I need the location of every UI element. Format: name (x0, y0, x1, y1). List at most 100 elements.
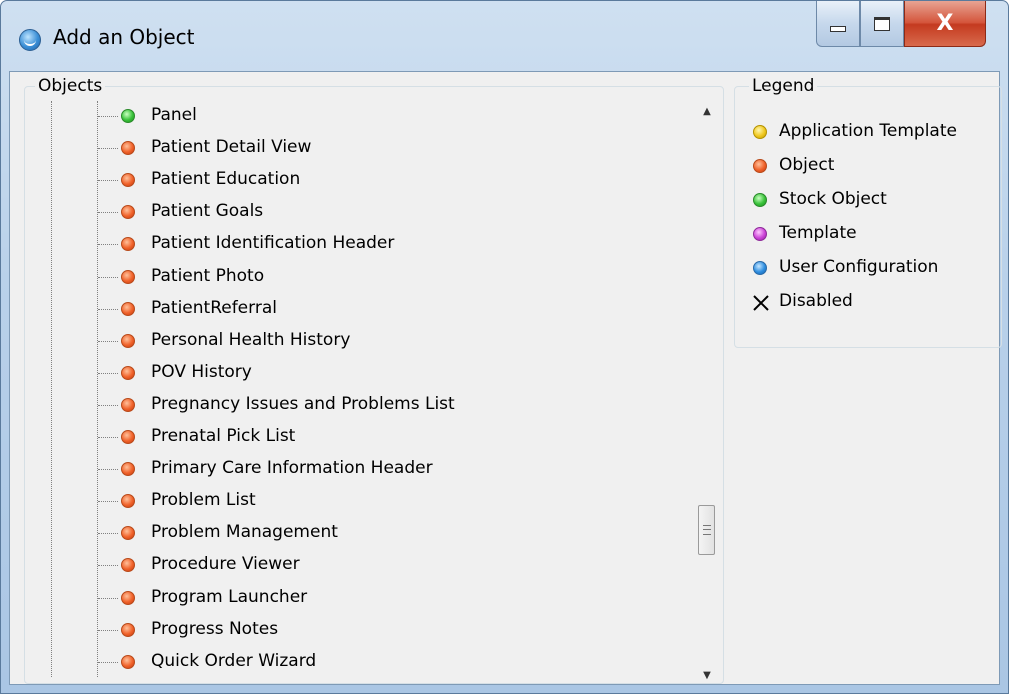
tree-connector (98, 469, 118, 471)
tree-item-label: Primary Care Information Header (151, 458, 433, 479)
tree-connector (98, 276, 118, 278)
tree-item[interactable]: Patient Goals (31, 197, 691, 229)
tree-connector (98, 501, 118, 503)
title-bar[interactable]: Add an Object X (1, 1, 1008, 71)
tree-connector (98, 533, 118, 535)
tree-item[interactable]: Prenatal Pick List (31, 422, 691, 454)
tree-connector (98, 597, 118, 599)
tree-item[interactable]: Patient Detail View (31, 133, 691, 165)
orange-dot-icon (121, 141, 135, 156)
tree-item[interactable]: Personal Health History (31, 326, 691, 358)
legend-item-label: Stock Object (779, 189, 887, 209)
legend-group: Legend Application Template Object Stock O… (734, 75, 1002, 348)
orange-dot-icon (121, 365, 135, 380)
legend-item-label: Application Template (779, 121, 957, 141)
orange-dot-icon (121, 333, 135, 348)
tree-item[interactable]: Problem Management (31, 518, 691, 550)
green-dot-icon (753, 193, 767, 207)
orange-dot-icon (121, 301, 135, 316)
tree-connector (98, 244, 118, 246)
orange-dot-icon (121, 205, 135, 220)
tree-connector (98, 116, 118, 117)
tree-item[interactable]: Procedure Viewer (31, 550, 691, 582)
tree-item-label: Problem List (151, 490, 256, 511)
objects-tree[interactable]: Panel Patient Detail View Patient Educatio… (31, 101, 697, 677)
objects-scrollbar[interactable]: ▲ ▼ (697, 101, 717, 685)
tree-item-label: Progress Notes (151, 618, 279, 639)
tree-item[interactable]: PatientReferral (31, 294, 691, 326)
orange-dot-icon (121, 494, 135, 509)
app-icon (19, 29, 41, 51)
tree-item-label: Problem Management (151, 522, 338, 543)
tree-item[interactable]: Patient Education (31, 165, 691, 197)
tree-item-label: Panel (151, 105, 197, 125)
legend-item-label: Template (779, 223, 857, 243)
legend-item-label: Object (779, 155, 835, 175)
dialog-body: Objects Panel Patient Detail View Patient … (9, 71, 1002, 685)
close-button[interactable]: X (904, 1, 986, 47)
scroll-up-arrow-icon[interactable]: ▲ (697, 101, 717, 121)
window-title: Add an Object (53, 25, 195, 49)
tree-item-label: Quick Order Wizard (151, 650, 317, 671)
window-controls: X (816, 1, 986, 49)
magenta-dot-icon (753, 227, 767, 241)
orange-dot-icon (121, 397, 135, 412)
orange-dot-icon (121, 462, 135, 477)
tree-item[interactable]: Patient Identification Header (31, 229, 691, 261)
objects-group: Objects Panel Patient Detail View Patient … (24, 75, 724, 685)
tree-item[interactable]: Program Launcher (31, 583, 691, 615)
tree-connector (98, 372, 118, 374)
minimize-icon (830, 25, 846, 32)
blue-dot-icon (753, 261, 767, 275)
tree-item[interactable]: Quick Order Wizard (31, 647, 691, 677)
legend-item-label: Disabled (779, 291, 853, 311)
add-object-window: Add an Object X Objects Panel Patient Det… (0, 0, 1009, 694)
tree-item-label: PatientReferral (151, 297, 277, 318)
legend-item-label: User Configuration (779, 257, 939, 277)
x-icon (753, 295, 769, 311)
legend-group-label: Legend (749, 75, 818, 97)
tree-item-label: Patient Education (151, 169, 301, 190)
tree-connector (98, 212, 118, 214)
minimize-button[interactable] (816, 1, 860, 47)
orange-dot-icon (121, 654, 135, 669)
orange-dot-icon (121, 526, 135, 541)
tree-item-label: Program Launcher (151, 586, 308, 607)
tree-item-label: Patient Identification Header (151, 233, 395, 254)
orange-dot-icon (121, 590, 135, 605)
tree-item-label: Prenatal Pick List (151, 426, 296, 446)
tree-connector (98, 308, 118, 310)
objects-group-label: Objects (35, 75, 106, 97)
orange-dot-icon (121, 173, 135, 188)
tree-connector (98, 148, 118, 150)
tree-item-label: POV History (151, 361, 252, 382)
tree-connector (98, 437, 118, 438)
tree-connector (98, 404, 118, 406)
tree-connector (98, 661, 118, 663)
close-icon: X (936, 11, 954, 36)
tree-item[interactable]: Patient Photo (31, 262, 691, 294)
tree-connector (98, 629, 118, 631)
tree-connector (98, 565, 118, 567)
tree-item[interactable]: Panel (31, 101, 691, 133)
tree-item[interactable]: Primary Care Information Header (31, 454, 691, 486)
maximize-icon (874, 16, 890, 31)
maximize-button[interactable] (860, 1, 904, 47)
tree-item[interactable]: Progress Notes (31, 615, 691, 647)
tree-connector (98, 340, 118, 342)
tree-item-label: Pregnancy Issues and Problems List (151, 393, 455, 414)
green-dot-icon (121, 109, 135, 123)
orange-dot-icon (121, 430, 135, 444)
yellow-dot-icon (753, 125, 767, 139)
tree-item-label: Patient Photo (151, 265, 265, 286)
scroll-thumb[interactable] (698, 505, 715, 555)
tree-connector (98, 180, 118, 182)
scroll-down-arrow-icon[interactable]: ▼ (697, 665, 717, 685)
tree-item[interactable]: POV History (31, 358, 691, 390)
tree-item[interactable]: Problem List (31, 486, 691, 518)
orange-dot-icon (121, 558, 135, 573)
tree-item-label: Patient Detail View (151, 137, 312, 158)
orange-dot-icon (753, 159, 767, 173)
tree-item[interactable]: Pregnancy Issues and Problems List (31, 390, 691, 422)
tree-item-label: Patient Goals (151, 201, 264, 222)
